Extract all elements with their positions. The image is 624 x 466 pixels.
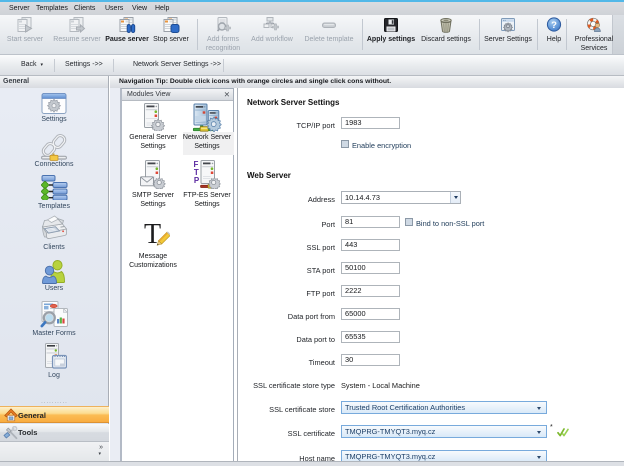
- svg-text:P: P: [194, 176, 200, 185]
- svg-text:?: ?: [551, 20, 557, 31]
